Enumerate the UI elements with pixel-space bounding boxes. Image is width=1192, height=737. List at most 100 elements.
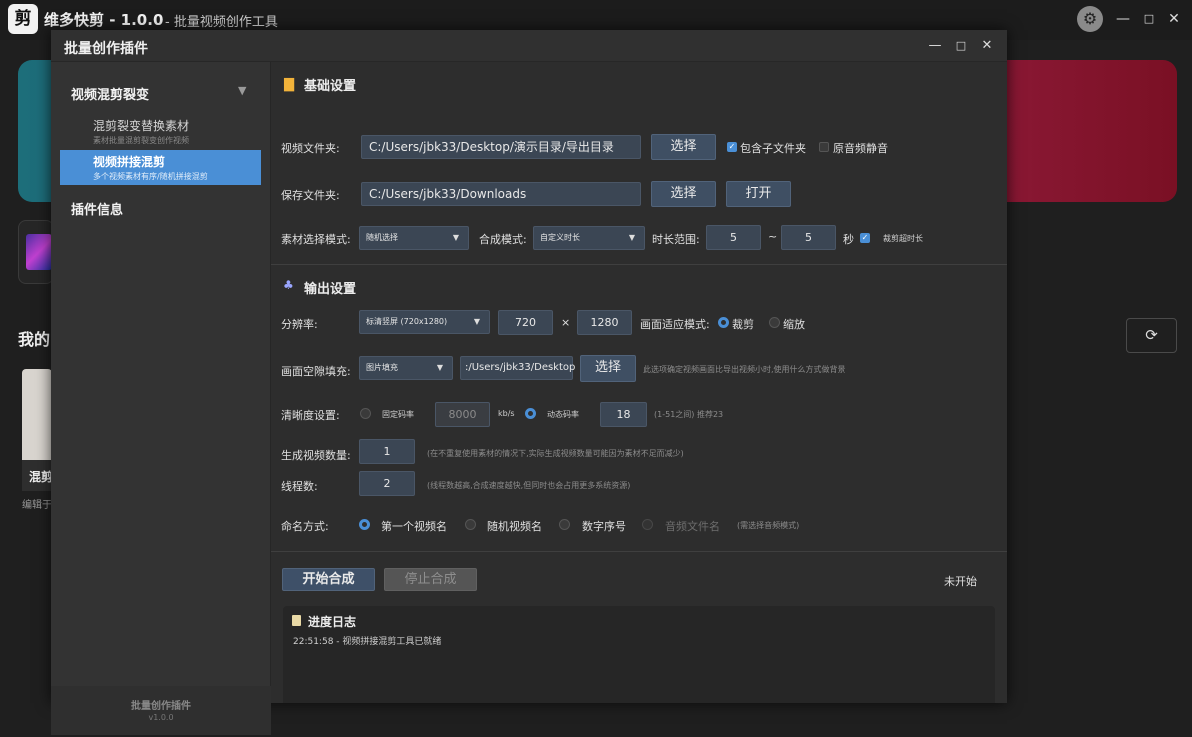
material-mode-value: 随机选择: [366, 233, 398, 242]
chevron-down-icon[interactable]: ▼: [238, 84, 246, 97]
sidebar-item-video-concat[interactable]: 视频拼接混剪 多个视频素材有序/随机拼接混剪: [60, 150, 261, 185]
width-input[interactable]: 720: [498, 310, 553, 335]
material-mode-label: 素材选择模式:: [281, 233, 351, 246]
naming-radio-random-video[interactable]: [465, 519, 476, 530]
gear-icon[interactable]: ⚙: [1077, 6, 1103, 32]
bitrate-input[interactable]: 8000: [435, 402, 490, 427]
progress-log-title: 进度日志: [308, 615, 357, 629]
trim-overlength-checkbox[interactable]: ✓: [860, 233, 870, 243]
include-subfolders-checkbox[interactable]: ✓: [727, 142, 737, 152]
dialog-close-button[interactable]: ✕: [976, 35, 998, 57]
compose-mode-label: 合成模式:: [479, 233, 527, 246]
resolution-value: 标清竖屏 (720x1280): [366, 317, 448, 326]
quality-label: 清晰度设置:: [281, 409, 340, 422]
fit-scale-label: 缩放: [783, 318, 805, 331]
duration-separator: ~: [768, 230, 778, 243]
output-icon: ♣: [283, 278, 294, 292]
sidebar-group-title[interactable]: 视频混剪裂变: [71, 84, 149, 103]
video-count-hint: (在不重复使用素材的情况下,实际生成视频数量可能因为素材不足而减少): [427, 449, 684, 458]
naming-radio-first-video[interactable]: [359, 519, 370, 530]
bitrate-unit: kb/s: [498, 409, 515, 418]
gap-fill-label: 画面空隙填充:: [281, 365, 351, 378]
refresh-icon: ⟳: [1145, 326, 1158, 344]
resolution-select[interactable]: 标清竖屏 (720x1280) ▼: [359, 310, 490, 334]
video-folder-label: 视频文件夹:: [281, 142, 340, 155]
fit-crop-radio[interactable]: [718, 317, 729, 328]
log-icon: [292, 615, 301, 626]
dialog-title: 批量创作插件: [64, 41, 148, 57]
plugin-content: ▇ 基础设置 视频文件夹: C:/Users/jbk33/Desktop/演示目…: [271, 62, 1007, 703]
naming-radio-number[interactable]: [559, 519, 570, 530]
threads-input[interactable]: 2: [359, 471, 415, 496]
include-subfolders-label: 包含子文件夹: [740, 142, 806, 155]
app-close-button[interactable]: ✕: [1163, 8, 1185, 30]
project-card-edited: 编辑于: [22, 500, 52, 511]
mute-audio-label: 原音频静音: [833, 142, 888, 155]
fixed-bitrate-label: 固定码率: [382, 410, 414, 419]
chevron-down-icon: ▼: [628, 233, 635, 242]
sidebar-item-plugin-info[interactable]: 插件信息: [71, 199, 123, 218]
naming-option-random-video: 随机视频名: [487, 520, 542, 533]
material-mode-select[interactable]: 随机选择 ▼: [359, 226, 469, 250]
gap-fill-select[interactable]: 图片填充 ▼: [359, 356, 453, 380]
compose-mode-select[interactable]: 自定义时长 ▼: [533, 226, 645, 250]
height-input[interactable]: 1280: [577, 310, 632, 335]
save-folder-select-button[interactable]: 选择: [651, 181, 716, 207]
fit-crop-label: 裁剪: [732, 318, 754, 331]
basic-settings-title: 基础设置: [304, 79, 357, 94]
gap-fill-path-input[interactable]: :/Users/jbk33/Desktop: [460, 356, 575, 380]
fit-scale-radio[interactable]: [769, 317, 780, 328]
sidebar-item-remix-replace[interactable]: 混剪裂变替换素材 素材批量混剪裂变创作视频: [60, 114, 261, 149]
sidebar-item-label: 视频拼接混剪: [93, 155, 166, 169]
naming-hint: (需选择音频模式): [737, 521, 800, 530]
app-logo-icon: 剪: [8, 4, 38, 34]
sidebar-item-label: 混剪裂变替换素材: [93, 119, 190, 133]
naming-label: 命名方式:: [281, 520, 329, 533]
duration-max-input[interactable]: 5: [781, 225, 836, 250]
template-thumbnail-image: [26, 234, 52, 270]
app-minimize-button[interactable]: —: [1112, 8, 1134, 30]
naming-option-number: 数字序号: [582, 520, 626, 533]
folder-icon: ▇: [284, 77, 294, 92]
video-folder-select-button[interactable]: 选择: [651, 134, 716, 160]
chevron-down-icon: ▼: [436, 363, 443, 372]
naming-radio-audio[interactable]: [642, 519, 653, 530]
refresh-button[interactable]: ⟳: [1126, 318, 1177, 353]
start-compose-button[interactable]: 开始合成: [282, 568, 375, 591]
crf-hint: (1-51之间) 推荐23: [654, 410, 724, 419]
resolution-label: 分辨率:: [281, 318, 318, 331]
dialog-minimize-button[interactable]: —: [924, 35, 946, 57]
my-projects-heading: 我的: [18, 330, 51, 349]
stop-compose-button[interactable]: 停止合成: [384, 568, 477, 591]
duration-range-label: 时长范围:: [652, 233, 700, 246]
chevron-down-icon: ▼: [473, 317, 480, 326]
duration-min-input[interactable]: 5: [706, 225, 761, 250]
fixed-bitrate-radio[interactable]: [360, 408, 371, 419]
mute-audio-checkbox[interactable]: [819, 142, 829, 152]
gap-fill-select-button[interactable]: 选择: [580, 355, 636, 382]
threads-hint: (线程数越高,合成速度越快,但同时也会占用更多系统资源): [427, 481, 631, 490]
sidebar-item-sub: 多个视频素材有序/随机拼接混剪: [93, 172, 208, 181]
fit-mode-label: 画面适应模式:: [640, 318, 710, 331]
compose-mode-value: 自定义时长: [540, 233, 580, 242]
duration-unit: 秒: [843, 233, 854, 246]
trim-overlength-label: 裁剪超时长: [883, 234, 923, 243]
video-count-input[interactable]: 1: [359, 439, 415, 464]
section-divider: [271, 551, 1007, 552]
save-folder-open-button[interactable]: 打开: [726, 181, 791, 207]
crf-input[interactable]: 18: [600, 402, 647, 427]
log-line: 22:51:58 - 视频拼接混剪工具已就绪: [293, 637, 442, 647]
naming-option-first-video: 第一个视频名: [381, 520, 447, 533]
video-folder-input[interactable]: C:/Users/jbk33/Desktop/演示目录/导出目录: [361, 135, 641, 159]
video-count-label: 生成视频数量:: [281, 449, 351, 462]
dynamic-bitrate-radio[interactable]: [525, 408, 536, 419]
output-settings-title: 输出设置: [304, 282, 357, 297]
app-maximize-button[interactable]: □: [1138, 8, 1160, 30]
dialog-title-bar: 批量创作插件 — □ ✕: [51, 30, 1007, 62]
dynamic-bitrate-label: 动态码率: [547, 410, 579, 419]
dialog-maximize-button[interactable]: □: [950, 35, 972, 57]
gap-fill-value: 图片填充: [366, 363, 398, 372]
save-folder-input[interactable]: C:/Users/jbk33/Downloads: [361, 182, 641, 206]
section-divider: [271, 264, 1007, 265]
threads-label: 线程数:: [281, 480, 318, 493]
